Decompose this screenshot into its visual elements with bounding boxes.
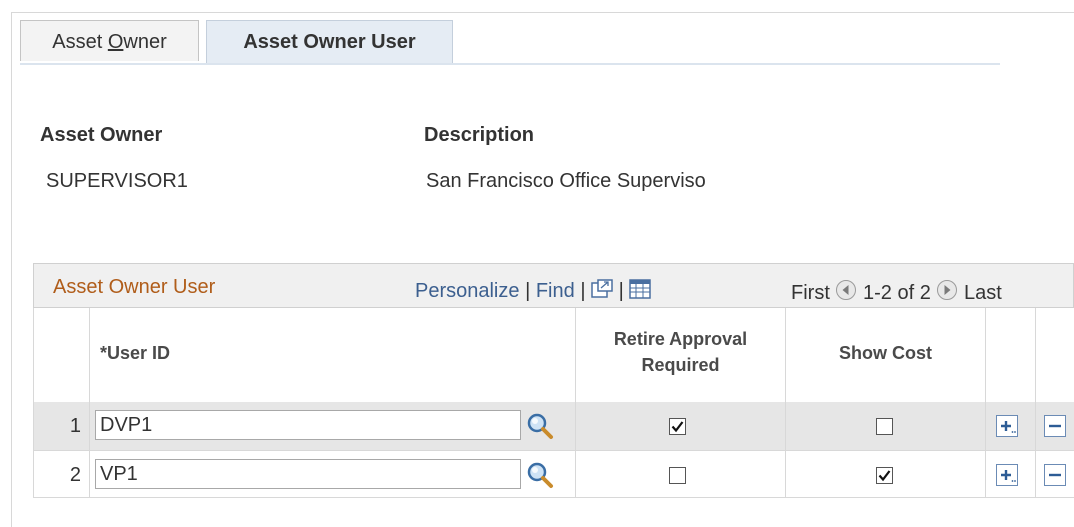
- show-cost-checkbox[interactable]: [876, 418, 893, 435]
- plus-icon[interactable]: [996, 464, 1018, 486]
- tab-asset-owner-user[interactable]: Asset Owner User: [206, 20, 453, 64]
- user-id-input[interactable]: [95, 459, 521, 489]
- col-header-show-cost: Show Cost: [785, 308, 985, 402]
- col-header-retire-approval: Retire Approval Required: [575, 308, 785, 402]
- new-window-icon[interactable]: [591, 279, 613, 305]
- last-label: Last: [963, 282, 1002, 304]
- grid-divider: [785, 402, 786, 497]
- grid-divider: [1035, 402, 1036, 497]
- row-number: 2: [69, 464, 81, 486]
- table-row: 1: [33, 402, 1074, 450]
- grid-divider: [985, 402, 986, 497]
- table-row: 2: [33, 450, 1074, 498]
- tab-asset-owner-user-label: Asset Owner User: [243, 31, 416, 53]
- col-header-retire-line1: Retire Approval: [613, 329, 748, 349]
- previous-arrow-icon[interactable]: [835, 279, 857, 307]
- description-value: San Francisco Office Superviso: [426, 170, 706, 192]
- toolbar-separator: |: [525, 280, 531, 302]
- personalize-link[interactable]: Personalize: [415, 280, 520, 302]
- record-range: 1-2 of 2: [863, 282, 931, 304]
- user-id-input[interactable]: [95, 410, 521, 440]
- tab-asset-owner-hotkey: O: [107, 31, 124, 53]
- col-header-add: [985, 308, 1035, 402]
- magnifier-icon[interactable]: [526, 412, 554, 440]
- col-header-user-id: *User ID: [89, 308, 575, 402]
- grid-border-left: [33, 308, 34, 497]
- grid-title: Asset Owner User: [53, 276, 216, 298]
- asset-owner-value: SUPERVISOR1: [46, 170, 188, 192]
- page-frame-left: [11, 12, 12, 527]
- asset-owner-label: Asset Owner: [40, 124, 163, 146]
- minus-icon[interactable]: [1044, 464, 1066, 486]
- col-row-number: [33, 308, 89, 402]
- minus-icon[interactable]: [1044, 415, 1066, 437]
- retire-approval-checkbox[interactable]: [669, 467, 686, 484]
- grid-toolbar: Personalize | Find | |: [415, 279, 652, 305]
- first-label: First: [791, 282, 830, 304]
- next-arrow-icon[interactable]: [936, 279, 958, 307]
- col-header-retire-line2: Required: [641, 355, 720, 375]
- tab-asset-owner-label-pre: Asset: [52, 31, 108, 53]
- spreadsheet-icon[interactable]: [629, 279, 652, 305]
- tab-asset-owner[interactable]: Asset Owner: [20, 20, 199, 61]
- find-link[interactable]: Find: [536, 280, 575, 302]
- toolbar-separator: |: [580, 280, 586, 302]
- description-label: Description: [424, 124, 535, 146]
- grid-divider: [89, 402, 90, 497]
- grid-header-bar: Asset Owner User Personalize | Find | |: [33, 263, 1074, 308]
- tab-underline: [20, 63, 1000, 65]
- page-frame-top: [11, 12, 1074, 13]
- tab-asset-owner-label-post: wner: [123, 31, 167, 53]
- show-cost-checkbox[interactable]: [876, 467, 893, 484]
- asset-owner-user-grid: Asset Owner User Personalize | Find | |: [33, 263, 1074, 517]
- retire-approval-checkbox[interactable]: [669, 418, 686, 435]
- col-header-show-cost-text: Show Cost: [839, 343, 932, 363]
- col-header-delete: [1035, 308, 1074, 402]
- toolbar-separator: |: [618, 280, 624, 302]
- grid-divider: [575, 402, 576, 497]
- plus-icon[interactable]: [996, 415, 1018, 437]
- col-header-user-id-text: *User ID: [100, 343, 171, 363]
- magnifier-icon[interactable]: [526, 461, 554, 489]
- grid-navigation: First 1-2 of 2 Last: [791, 279, 1002, 307]
- row-number: 1: [69, 415, 81, 437]
